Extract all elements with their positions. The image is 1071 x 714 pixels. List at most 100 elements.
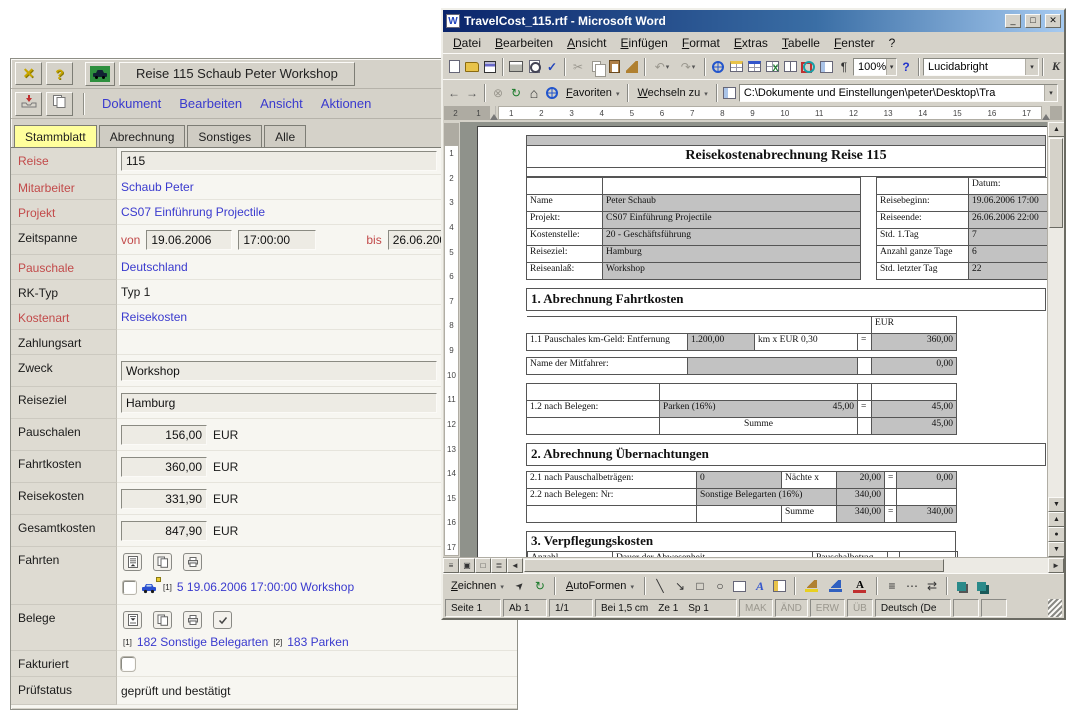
select-browse-object-button[interactable]: ● bbox=[1048, 527, 1064, 542]
view-web-layout-button[interactable]: ▣ bbox=[459, 558, 475, 573]
arrow-style-button[interactable]: ⇄ bbox=[923, 576, 941, 596]
zoom-select[interactable]: 100%▾ bbox=[853, 58, 897, 76]
zeichnen-menu[interactable]: Zeichnen ▾ bbox=[446, 578, 509, 594]
menu-ansicht[interactable]: Ansicht bbox=[560, 34, 613, 52]
scroll-left-button[interactable]: ◄ bbox=[507, 558, 523, 573]
line-style-button[interactable]: ≡ bbox=[883, 576, 901, 596]
menu-extras[interactable]: Extras bbox=[727, 34, 775, 52]
von-date-field[interactable]: 19.06.2006 bbox=[146, 230, 232, 250]
menu-hilfe[interactable]: ? bbox=[882, 34, 903, 52]
insert-table-button[interactable] bbox=[745, 57, 763, 77]
vertical-scroll-track[interactable] bbox=[1048, 229, 1064, 497]
word-titlebar[interactable]: W TravelCost_115.rtf - Microsoft Word _ … bbox=[443, 10, 1064, 32]
scroll-right-button[interactable]: ► bbox=[1048, 558, 1064, 573]
kostenart-link[interactable]: Reisekosten bbox=[121, 310, 187, 324]
paste-button[interactable] bbox=[605, 57, 623, 77]
pauschalen-field[interactable]: 156,00 bbox=[121, 425, 207, 445]
refresh-button[interactable]: ↻ bbox=[507, 83, 525, 103]
menu-format[interactable]: Format bbox=[675, 34, 727, 52]
rectangle-button[interactable]: □ bbox=[691, 576, 709, 596]
belege-print-button[interactable] bbox=[183, 611, 202, 629]
shadow-button[interactable] bbox=[953, 576, 971, 596]
fahrten-list-button[interactable] bbox=[123, 553, 142, 571]
text-box-button[interactable] bbox=[731, 576, 749, 596]
save-button[interactable] bbox=[481, 57, 499, 77]
maximize-button[interactable]: □ bbox=[1025, 14, 1041, 28]
wordart-button[interactable]: A bbox=[751, 576, 769, 596]
menu-tabelle[interactable]: Tabelle bbox=[775, 34, 827, 52]
pauschale-link[interactable]: Deutschland bbox=[121, 260, 188, 274]
font-color-button[interactable]: A bbox=[849, 576, 871, 596]
insert-hyperlink-button[interactable] bbox=[709, 57, 727, 77]
view-print-layout-button[interactable]: □ bbox=[475, 558, 491, 573]
3d-button[interactable] bbox=[973, 576, 991, 596]
close-window-button[interactable]: ✕ bbox=[1045, 14, 1061, 28]
document-map-button[interactable] bbox=[817, 57, 835, 77]
gesamtkosten-field[interactable]: 847,90 bbox=[121, 521, 207, 541]
forward-button[interactable]: → bbox=[463, 83, 481, 103]
home-button[interactable]: ⌂ bbox=[525, 83, 543, 103]
clip-art-button[interactable] bbox=[771, 576, 789, 596]
reise-field[interactable]: 115 bbox=[121, 151, 437, 171]
belege-filter-button[interactable] bbox=[123, 611, 142, 629]
tab-alle[interactable]: Alle bbox=[264, 125, 306, 147]
oval-button[interactable]: ○ bbox=[711, 576, 729, 596]
help-button[interactable]: ? bbox=[897, 57, 915, 77]
status-mak[interactable]: MAK bbox=[739, 599, 773, 617]
tab-stammblatt[interactable]: Stammblatt bbox=[14, 125, 97, 147]
menu-bearbeiten[interactable]: Bearbeiten bbox=[172, 96, 249, 111]
address-bar[interactable]: C:\Dokumente und Einstellungen\peter\Des… bbox=[739, 84, 1058, 102]
fahrten-entry-checkbox[interactable] bbox=[123, 581, 136, 594]
tables-borders-button[interactable] bbox=[727, 57, 745, 77]
status-ueb[interactable]: ÜB bbox=[847, 599, 873, 617]
tab-sonstiges[interactable]: Sonstiges bbox=[187, 125, 262, 147]
view-normal-button[interactable]: ≡ bbox=[443, 558, 459, 573]
favorites-menu[interactable]: Favoriten ▾ bbox=[561, 85, 624, 101]
von-time-field[interactable]: 17:00:00 bbox=[238, 230, 316, 250]
view-outline-button[interactable]: ≣ bbox=[491, 558, 507, 573]
scroll-down-button[interactable]: ▼ bbox=[1048, 497, 1064, 512]
beleg-2-link[interactable]: 183 Parken bbox=[287, 635, 348, 649]
italic-button[interactable]: K bbox=[1047, 57, 1064, 77]
right-indent-marker-icon[interactable] bbox=[1042, 114, 1050, 120]
close-button[interactable]: ✕ bbox=[15, 62, 42, 85]
belege-check-button[interactable] bbox=[213, 611, 232, 629]
menu-fenster[interactable]: Fenster bbox=[827, 34, 882, 52]
dash-style-button[interactable]: ⋯ bbox=[903, 576, 921, 596]
back-button[interactable]: ← bbox=[445, 83, 463, 103]
menu-einfuegen[interactable]: Einfügen bbox=[613, 34, 674, 52]
insert-excel-button[interactable] bbox=[763, 57, 781, 77]
vertical-ruler[interactable]: 1234567891011121314151617 bbox=[443, 122, 460, 557]
document-page[interactable]: Reisekostenabrechnung Reise 115 Datum: N… bbox=[477, 126, 1047, 557]
vertical-scroll-thumb[interactable] bbox=[1049, 138, 1063, 228]
line-button[interactable]: ╲ bbox=[651, 576, 669, 596]
fahrten-print-button[interactable] bbox=[183, 553, 202, 571]
menu-ansicht[interactable]: Ansicht bbox=[253, 96, 310, 111]
goto-menu[interactable]: Wechseln zu ▾ bbox=[632, 85, 712, 101]
free-rotate-button[interactable]: ↻ bbox=[531, 576, 549, 596]
travel-icon-button[interactable] bbox=[85, 62, 115, 86]
save-document-button[interactable] bbox=[15, 92, 42, 116]
fahrtkosten-field[interactable]: 360,00 bbox=[121, 457, 207, 477]
menu-aktionen[interactable]: Aktionen bbox=[314, 96, 379, 111]
show-paragraph-button[interactable]: ¶ bbox=[835, 57, 853, 77]
next-page-button[interactable]: ▼ bbox=[1048, 542, 1064, 557]
resize-grip[interactable] bbox=[1048, 599, 1062, 617]
scroll-up-button[interactable]: ▲ bbox=[1048, 122, 1064, 137]
horizontal-scrollbar[interactable]: ≡ ▣ □ ≣ ◄ ► bbox=[443, 557, 1064, 573]
fill-color-button[interactable] bbox=[801, 576, 823, 596]
tab-abrechnung[interactable]: Abrechnung bbox=[99, 125, 186, 147]
font-select[interactable]: Lucidabright▾ bbox=[923, 58, 1039, 76]
fakturiert-checkbox[interactable] bbox=[121, 657, 135, 671]
show-web-toolbar-button[interactable] bbox=[721, 83, 739, 103]
mitarbeiter-link[interactable]: Schaub Peter bbox=[121, 180, 194, 194]
status-erw[interactable]: ERW bbox=[810, 599, 845, 617]
spelling-button[interactable]: ✓ bbox=[543, 57, 561, 77]
new-document-button[interactable] bbox=[445, 57, 463, 77]
select-objects-button[interactable]: ➤ bbox=[506, 573, 533, 600]
print-button[interactable] bbox=[507, 57, 525, 77]
zweck-field[interactable]: Workshop bbox=[121, 361, 437, 381]
drawing-button[interactable] bbox=[799, 57, 817, 77]
indent-marker-icon[interactable] bbox=[490, 114, 498, 120]
arrow-button[interactable]: ↘ bbox=[671, 576, 689, 596]
